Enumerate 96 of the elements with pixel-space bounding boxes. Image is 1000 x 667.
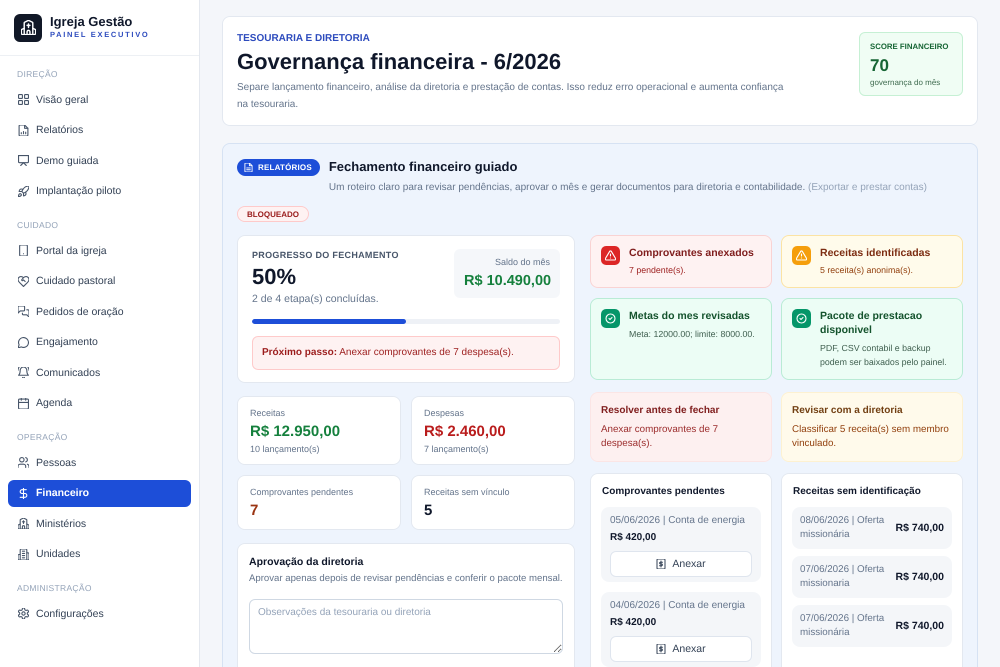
heart-icon (18, 276, 29, 286)
checklist-detail: PDF, CSV contabil e backup podem ser baixados pelo painel. (820, 342, 948, 369)
stat-caption: 10 lançamento(s) (250, 443, 321, 456)
smartphone-icon (18, 245, 29, 256)
income-description: 07/06/2026 | Oferta missionaria (800, 563, 886, 591)
nav-item[interactable]: Pessoas (8, 449, 191, 476)
stat-value: R$ 2.460,00 (424, 422, 507, 442)
receipt-amount: R$ 420,00 (610, 531, 658, 545)
stat-value: 5 (424, 501, 434, 521)
bell-icon (18, 367, 29, 378)
next-step-alert: Próximo passo: Anexar comprovantes de 7 despesa(s). (252, 336, 560, 370)
receipt-description: 05/06/2026 | Conta de energia (610, 514, 746, 528)
attach-button[interactable]: Anexar (610, 636, 752, 662)
section-label: OPERAÇÃO (16, 431, 69, 443)
section-label: CUIDADO (16, 219, 60, 231)
stat-label: Comprovantes pendentes (250, 486, 354, 499)
warning-icon (601, 246, 620, 265)
presentation-icon (18, 155, 29, 166)
income-amount: R$ 740,00 (896, 522, 944, 534)
nav-item[interactable]: Relatórios (8, 116, 191, 144)
section-subtitle: Um roteiro claro para revisar pendências, aprovar o mês e gerar documentos para diretoria e contabilidade. (328, 182, 806, 193)
calendar-icon (18, 398, 29, 408)
chat-bubbles-icon (18, 306, 29, 317)
speech-bubble-icon (18, 336, 29, 348)
approval-description: Aprovar apenas depois de revisar pendências e conferir o pacote mensal. (249, 572, 563, 586)
receipt-description: 04/06/2026 | Conta de energia (610, 599, 746, 613)
stat-caption: 7 lançamento(s) (424, 443, 490, 456)
eyebrow-label: TESOURARIA E DIRETORIA (237, 32, 371, 46)
checklist-detail: Meta: 12000.00; limite: 8000.00. (629, 328, 755, 341)
nav-item[interactable]: Engajamento (8, 328, 191, 356)
dollar-icon (18, 488, 29, 498)
checklist-title: Pacote de prestacao disponivel (820, 309, 924, 337)
subtitle-note: (Exportar e prestar contas) (808, 182, 927, 193)
section-label: ADMINISTRAÇÃO (16, 582, 93, 594)
warning-icon (792, 246, 811, 265)
nav-item[interactable]: Financeiro (8, 480, 191, 506)
action-title: Revisar com a diretoria (792, 404, 904, 418)
stat-label: Receitas (250, 407, 286, 420)
receipt-amount: R$ 420,00 (610, 616, 658, 630)
church-icon (18, 518, 29, 529)
document-dollar-icon (656, 644, 666, 654)
action-text: Classificar 5 receita(s) sem membro vinculado. (792, 423, 950, 451)
app-name: Igreja Gestão (50, 14, 134, 29)
checklist-title: Metas do mes revisadas (629, 309, 751, 323)
users-icon (18, 457, 29, 468)
progress-percent: 50% (252, 264, 298, 290)
stat-value: 7 (250, 501, 260, 521)
income-amount: R$ 740,00 (896, 571, 944, 583)
stat-label: Despesas (424, 407, 466, 420)
list-title: Comprovantes pendentes (601, 485, 726, 499)
nav-item[interactable]: Comunicados (8, 359, 191, 386)
section-label: DIREÇÃO (16, 68, 59, 80)
checklist-detail: 5 receita(s) anonima(s). (820, 264, 914, 277)
settings-icon (18, 608, 29, 619)
score-value: 70 (870, 55, 890, 77)
buildings-icon (18, 548, 29, 560)
nav-item[interactable]: Implantação piloto (8, 178, 191, 204)
income-amount: R$ 740,00 (896, 620, 944, 632)
page-title: Governança financeira - 6/2026 (237, 48, 562, 76)
nav-item[interactable]: Demo guiada (8, 147, 191, 174)
document-dollar-icon (656, 559, 666, 569)
list-title: Receitas sem identificação (792, 485, 922, 499)
section-title: Fechamento financeiro guiado (328, 158, 518, 176)
status-badge: BLOQUEADO (237, 206, 309, 222)
income-description: 08/06/2026 | Oferta missionária (800, 514, 886, 542)
balance-label: Saldo do mês (494, 256, 550, 268)
nav-item[interactable]: Cuidado pastoral (8, 268, 191, 294)
stat-value: R$ 12.950,00 (250, 422, 342, 442)
nav-item[interactable]: Portal da igreja (8, 237, 191, 264)
action-title: Resolver antes de fechar (601, 404, 720, 418)
document-icon (244, 163, 253, 172)
nav-item[interactable]: Pedidos de oração (8, 298, 191, 325)
checklist-title: Comprovantes anexados (629, 246, 754, 260)
nav-item[interactable]: Visão geral (8, 86, 191, 113)
nav-item[interactable]: Agenda (8, 390, 191, 416)
notes-field[interactable]: Observações da tesouraria ou diretoria (249, 599, 563, 654)
nav-item[interactable]: Configurações (8, 600, 191, 627)
checklist-title: Receitas identificadas (820, 246, 930, 260)
progress-steps: 2 de 4 etapa(s) concluídas. (252, 292, 399, 306)
rocket-icon (18, 186, 29, 196)
income-description: 07/06/2026 | Oferta missionária (800, 612, 886, 640)
checklist-detail: 7 pendente(s). (629, 264, 687, 277)
stat-label: Receitas sem vínculo (424, 486, 511, 499)
document-chart-icon (18, 124, 29, 136)
church-icon (14, 14, 42, 42)
progress-label: PROGRESSO DO FECHAMENTO (252, 249, 399, 262)
tag-label: RELATÓRIOS (258, 163, 312, 172)
approval-title: Aprovação da diretoria (249, 555, 364, 569)
action-text: Anexar comprovantes de 7 despesa(s). (601, 423, 720, 451)
page-description: Separe lançamento financeiro, análise da diretoria e prestação de contas. Isso reduz erro operacional e aumenta confiança na tesouraria. (237, 81, 784, 112)
balance-value: R$ 10.490,00 (464, 272, 550, 291)
grid-icon (18, 94, 29, 105)
attach-button[interactable]: Anexar (610, 551, 752, 577)
nav-item[interactable]: Unidades (8, 540, 191, 568)
nav-item[interactable]: Ministérios (8, 510, 191, 537)
score-caption: governança do mês (870, 77, 942, 89)
